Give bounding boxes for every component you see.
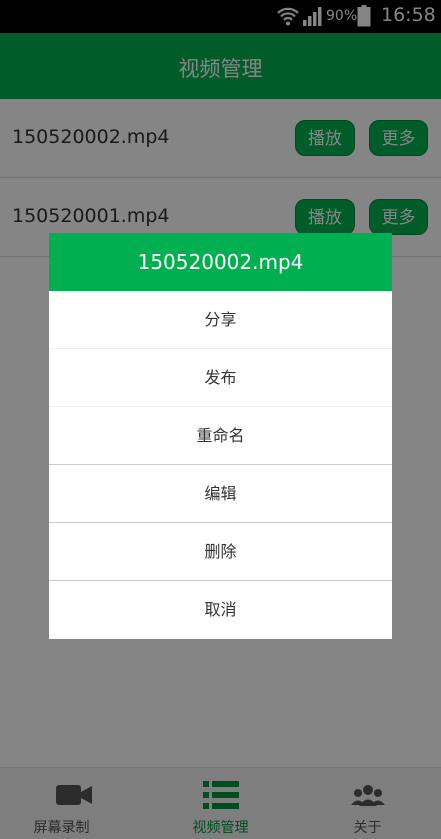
- menu-item-edit[interactable]: 编辑: [49, 465, 392, 523]
- menu-item-cancel[interactable]: 取消: [49, 581, 392, 639]
- menu-item-rename[interactable]: 重命名: [49, 407, 392, 465]
- menu-item-delete[interactable]: 删除: [49, 523, 392, 581]
- dialog-title: 150520002.mp4: [49, 233, 392, 291]
- menu-item-publish[interactable]: 发布: [49, 349, 392, 407]
- context-dialog: 150520002.mp4 分享 发布 重命名 编辑 删除 取消: [49, 233, 392, 639]
- menu-item-share[interactable]: 分享: [49, 291, 392, 349]
